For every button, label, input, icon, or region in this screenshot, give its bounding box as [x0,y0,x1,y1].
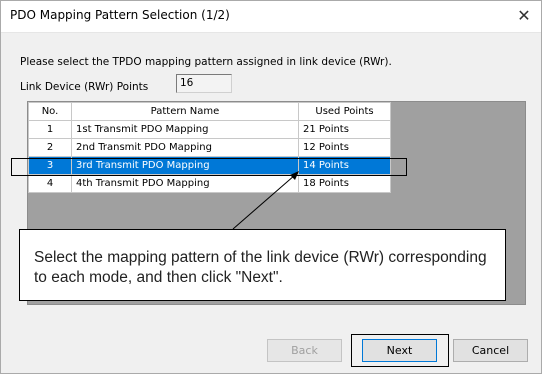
link-device-points-field: 16 [176,74,232,93]
row-pattern-name: 2nd Transmit PDO Mapping [71,138,299,157]
instruction-callout: Select the mapping pattern of the link d… [19,229,506,301]
table-row[interactable]: 4 4th Transmit PDO Mapping 18 Points [28,174,391,193]
table-header-row: No. Pattern Name Used Points [28,102,391,121]
row-no: 1 [28,120,72,139]
row-no: 4 [28,174,72,193]
column-header-no: No. [28,102,72,121]
row-pattern-name: 1st Transmit PDO Mapping [71,120,299,139]
row-no: 2 [28,138,72,157]
pdo-mapping-dialog: PDO Mapping Pattern Selection (1/2) ✕ Pl… [0,0,542,374]
link-device-points-label: Link Device (RWr) Points [20,81,149,93]
column-header-pattern-name: Pattern Name [71,102,299,121]
cancel-button[interactable]: Cancel [453,339,528,362]
instruction-text: Please select the TPDO mapping pattern a… [20,56,392,68]
row-used-points: 21 Points [298,120,391,139]
callout-text: Select the mapping pattern of the link d… [34,249,487,286]
row-pattern-name: 3rd Transmit PDO Mapping [71,156,299,175]
row-pattern-name: 4th Transmit PDO Mapping [71,174,299,193]
row-no: 3 [28,156,72,175]
back-button[interactable]: Back [267,339,342,362]
row-used-points: 18 Points [298,174,391,193]
next-button[interactable]: Next [362,339,437,362]
table-row[interactable]: 2 2nd Transmit PDO Mapping 12 Points [28,138,391,157]
mapping-pattern-table: No. Pattern Name Used Points 1 1st Trans… [28,102,391,193]
title-bar: PDO Mapping Pattern Selection (1/2) ✕ [1,1,541,33]
table-row-selected[interactable]: 3 3rd Transmit PDO Mapping 14 Points [28,156,391,175]
column-header-used-points: Used Points [298,102,391,121]
dialog-title: PDO Mapping Pattern Selection (1/2) [10,8,230,22]
close-icon[interactable]: ✕ [513,5,535,27]
row-used-points: 14 Points [298,156,391,175]
row-used-points: 12 Points [298,138,391,157]
table-row[interactable]: 1 1st Transmit PDO Mapping 21 Points [28,120,391,139]
